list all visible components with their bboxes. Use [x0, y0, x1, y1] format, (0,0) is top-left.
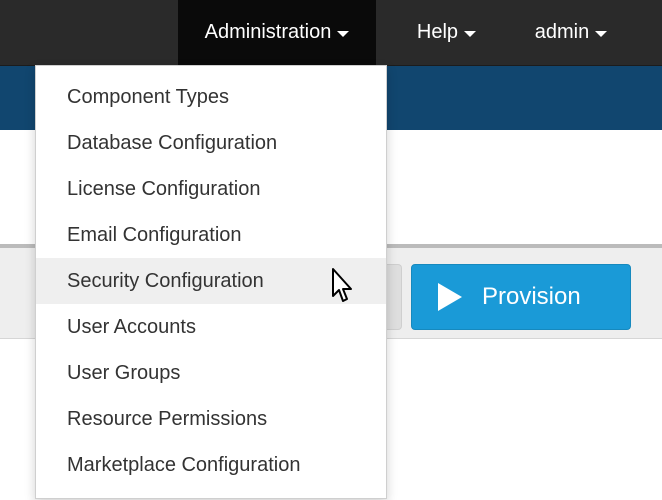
menu-item-user-groups[interactable]: User Groups — [36, 350, 386, 396]
chevron-down-icon — [464, 30, 477, 37]
menu-item-label: Database Configuration — [67, 132, 278, 154]
provision-button-label: Provision — [482, 283, 581, 310]
menu-item-component-types[interactable]: Component Types — [36, 74, 386, 120]
menu-item-label: License Configuration — [67, 178, 261, 200]
menu-item-resource-permissions[interactable]: Resource Permissions — [36, 396, 386, 442]
menu-item-user-accounts[interactable]: User Accounts — [36, 304, 386, 350]
nav-help[interactable]: Help — [392, 0, 501, 65]
dropdown-menu-list: Component Types Database Configuration L… — [36, 74, 386, 488]
menu-item-database-configuration[interactable]: Database Configuration — [36, 120, 386, 166]
administration-dropdown-menu: Component Types Database Configuration L… — [35, 65, 387, 499]
menu-item-license-configuration[interactable]: License Configuration — [36, 166, 386, 212]
menu-item-security-configuration[interactable]: Security Configuration — [36, 258, 386, 304]
play-icon — [438, 283, 462, 311]
menu-item-label: Resource Permissions — [67, 408, 268, 430]
chevron-down-icon — [337, 30, 350, 37]
secondary-toolbar-button[interactable] — [386, 264, 402, 330]
menu-item-label: Security Configuration — [67, 270, 264, 292]
menu-item-marketplace-configuration[interactable]: Marketplace Configuration — [36, 442, 386, 488]
menu-item-label: User Groups — [67, 362, 181, 384]
nav-user-label: admin — [534, 21, 590, 43]
nav-administration-label: Administration — [204, 21, 332, 43]
menu-item-label: Component Types — [67, 86, 229, 108]
menu-item-email-configuration[interactable]: Email Configuration — [36, 212, 386, 258]
nav-administration[interactable]: Administration — [178, 0, 376, 65]
menu-item-label: User Accounts — [67, 316, 196, 338]
provision-button[interactable]: Provision — [411, 264, 631, 330]
menu-item-label: Email Configuration — [67, 224, 242, 246]
chevron-down-icon — [595, 30, 608, 37]
nav-user-menu[interactable]: admin — [510, 0, 632, 65]
top-navigation-bar: Administration Help admin — [0, 0, 662, 66]
nav-help-label: Help — [416, 21, 459, 43]
menu-item-label: Marketplace Configuration — [67, 454, 301, 476]
